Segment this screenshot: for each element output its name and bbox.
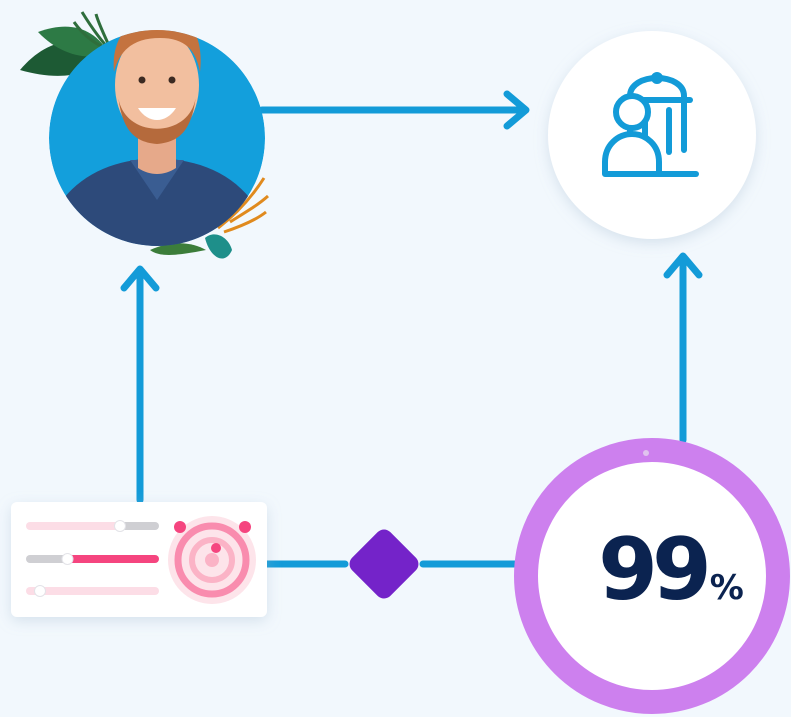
slider-knob <box>34 585 46 597</box>
slider-card <box>11 502 267 617</box>
building-node <box>548 31 756 239</box>
diamond-node <box>349 529 419 599</box>
workflow-diagram: 99% <box>0 0 791 717</box>
percentage-label: 99% <box>586 520 756 620</box>
percentage-value: 99 <box>598 520 712 620</box>
slider-knob <box>114 520 126 532</box>
dial-target-icon <box>168 516 256 604</box>
slider-knob <box>61 553 74 565</box>
percentage-unit: % <box>709 568 744 608</box>
